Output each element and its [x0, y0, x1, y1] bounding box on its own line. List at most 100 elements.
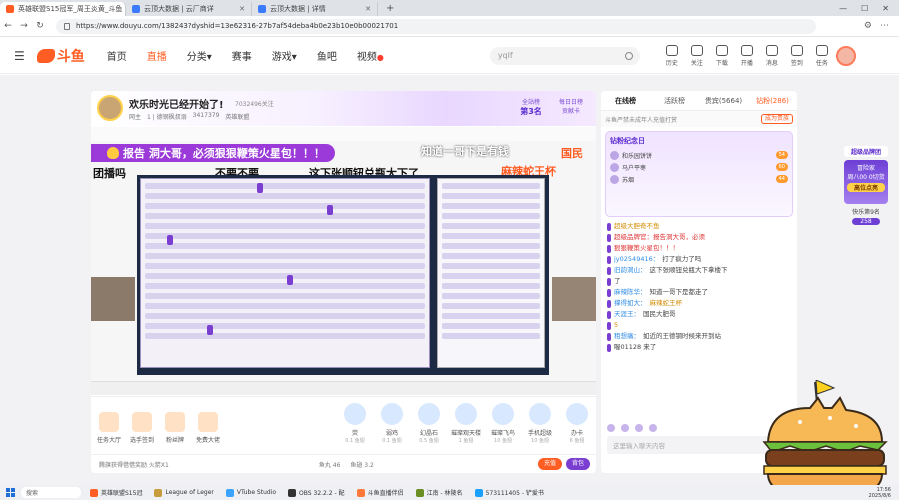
tab-diamond-fans[interactable]: 钻粉(286)	[748, 96, 797, 106]
close-icon[interactable]: ✕	[239, 5, 245, 13]
nav-live[interactable]: 直播	[147, 48, 167, 63]
fan-badge-button[interactable]: 粉丝牌	[163, 412, 187, 444]
search-icon[interactable]	[624, 51, 633, 60]
fan-badge-icon	[607, 222, 611, 231]
taskbar-app[interactable]: OBS 32.2.2 - 配	[285, 486, 348, 499]
nav-category[interactable]: 分类▾	[187, 48, 212, 63]
streamed-desktop	[137, 175, 549, 375]
tab-online-rank[interactable]: 在线榜	[601, 96, 650, 106]
chat-username[interactable]: 撑得如大：	[614, 298, 647, 309]
chat-username[interactable]: 旧韵洞山：	[614, 265, 647, 276]
windows-start-icon[interactable]	[6, 488, 15, 497]
room-id[interactable]: 7032496关注	[235, 99, 274, 108]
emoji-icon[interactable]	[607, 424, 615, 432]
chat-text: 麻辣蛇王杯	[649, 299, 683, 307]
taskbar-app[interactable]: 江南 - 林陵名	[413, 486, 466, 499]
player-checkin-button[interactable]: 选手签到	[130, 412, 154, 444]
gift-item[interactable]: 弱鸡 0.1 鱼翅	[377, 403, 407, 444]
fan-icon[interactable]	[621, 424, 629, 432]
danmaku-text: 团播吗	[93, 167, 126, 180]
url-field[interactable]: https://www.douyu.com/138243?dyshid=13e6…	[56, 18, 816, 34]
rank-badge[interactable]: 全站榜 第3名	[517, 97, 545, 121]
start-stream-button[interactable]: 开播	[740, 44, 753, 67]
fan-row[interactable]: 和乐园饼饼 54	[610, 149, 788, 161]
backpack-button[interactable]: 背包	[565, 458, 590, 470]
stream-bottom-bar: 腾旗获得借借奖励 火箭X1 鱼丸 46 鱼翅 3.2 充值 背包	[91, 454, 596, 473]
gift-item[interactable]: 荧 0.1 鱼翅	[340, 403, 370, 444]
back-icon[interactable]: ←	[0, 21, 16, 31]
download-button[interactable]: 下载	[715, 44, 728, 67]
chat-username[interactable]: jy02549416：	[614, 254, 659, 265]
barrage-icon[interactable]	[649, 424, 657, 432]
color-icon[interactable]	[635, 424, 643, 432]
daily-rank-badge[interactable]: 每日日榜 贡献卡	[551, 97, 591, 121]
brand-group-widget[interactable]: 超级品牌团 冒险家 周八00 0切货 高位点亮 快乐第9名 258	[844, 146, 888, 234]
light-up-button[interactable]: 高位点亮	[847, 183, 885, 192]
menu-dots-icon[interactable]: ⋯	[880, 21, 889, 31]
os-search-input[interactable]: 搜索	[21, 487, 81, 498]
chat-username[interactable]: 麻辣陈华：	[614, 287, 647, 298]
fan-row[interactable]: 苏烟 44	[610, 173, 788, 185]
charge-button[interactable]: 充值	[537, 458, 562, 470]
browser-tab-2[interactable]: 云顶大数据 | 详情 ✕	[252, 2, 378, 16]
nav-video[interactable]: 视频●	[357, 48, 384, 63]
new-dot-icon: ●	[376, 53, 384, 62]
site-logo[interactable]: 斗鱼	[36, 46, 85, 66]
close-icon[interactable]: ✕	[365, 5, 371, 13]
chat-username[interactable]: 租想痛：	[614, 331, 640, 342]
browser-tab-0[interactable]: 英雄联盟S15冠军_周王炎黄_斗鱼✕	[0, 2, 126, 16]
nav-games[interactable]: 游戏▾	[272, 48, 297, 63]
nav-home[interactable]: 首页	[107, 48, 127, 63]
history-button[interactable]: 历史	[665, 44, 678, 67]
user-avatar[interactable]	[835, 45, 856, 66]
douyu-favicon-icon	[6, 5, 14, 13]
streamer-avatar[interactable]	[97, 95, 123, 121]
become-noble-button[interactable]: 成为贵族	[760, 114, 793, 124]
forward-icon[interactable]: →	[16, 21, 32, 31]
taskbar-app[interactable]: 英雄联盟S15冠	[87, 486, 145, 499]
room-header: 欢乐时光已经开始了! 7032496关注 网主 1 | 德钢枫叔溺 341737…	[91, 91, 596, 126]
fan-row[interactable]: 马户平枣 60	[610, 161, 788, 173]
gift-item[interactable]: 幻晶石 0.5 鱼翅	[414, 403, 444, 444]
fan-badge-icon	[607, 310, 611, 319]
tab-active-rank[interactable]: 活跃榜	[650, 96, 699, 106]
chat-message: 了	[607, 276, 791, 287]
site-favicon-icon	[258, 5, 266, 13]
fan-badge-icon	[607, 321, 611, 330]
checkin-button[interactable]: 签到	[790, 44, 803, 67]
messages-button[interactable]: 消息	[765, 44, 778, 67]
maximize-icon[interactable]: ☐	[861, 4, 868, 13]
taskbar-app[interactable]: 573111405 - 铲爱书	[472, 486, 547, 499]
taskbar-app[interactable]: 斗鱼直播伴侣	[354, 486, 407, 499]
chat-text: 超级大胆奇不鱼	[614, 222, 660, 230]
tasks-button[interactable]: 任务	[815, 44, 828, 67]
minimize-icon[interactable]: —	[839, 4, 847, 13]
taskbar-app[interactable]: League of Leger	[151, 486, 216, 499]
gift-item[interactable]: 璀璨飞鸟 10 鱼翅	[488, 403, 518, 444]
gift-item[interactable]: 办卡 6 鱼翅	[562, 403, 592, 444]
taskbar-app[interactable]: VTube Studio	[223, 486, 279, 499]
browser-tab-1[interactable]: 云顶大数据 | 云厂商详 ✕	[126, 2, 252, 16]
close-window-icon[interactable]: ✕	[882, 4, 889, 13]
reload-icon[interactable]: ↻	[32, 21, 48, 31]
hamburger-menu-icon[interactable]: ☰	[14, 49, 25, 63]
task-hall-button[interactable]: 任务大厅	[97, 412, 121, 444]
nav-fishbar[interactable]: 鱼吧	[317, 48, 337, 63]
extension-icon[interactable]: ⚙	[864, 21, 872, 31]
search-input[interactable]: yqlf	[489, 46, 640, 65]
tab-vip[interactable]: 贵宾(5664)	[699, 96, 748, 106]
gift-item[interactable]: 手机超级 10 鱼翅	[525, 403, 555, 444]
chat-username[interactable]: 天涯王：	[614, 309, 640, 320]
os-clock[interactable]: 17:56 2025/8/6	[869, 487, 891, 499]
gift-item[interactable]: 璀璨观天楼 1 鱼翅	[451, 403, 481, 444]
streamed-window	[140, 178, 430, 368]
nav-events[interactable]: 赛事	[232, 48, 252, 63]
free-gift-button[interactable]: 免费大佬	[196, 412, 220, 444]
follow-button[interactable]: 关注	[690, 44, 703, 67]
chat-text: 国民大肥哥	[643, 310, 676, 318]
download-icon	[715, 44, 728, 56]
streamed-tag	[167, 235, 173, 245]
video-player[interactable]: 报告 洞大哥，必须狠狠鞭策火星包！！！ 团播吗 不要不要 这下张顺钮兑瓶大下了 …	[91, 127, 596, 395]
streamed-chat-lines	[438, 183, 544, 339]
new-tab-button[interactable]: +	[378, 3, 402, 14]
